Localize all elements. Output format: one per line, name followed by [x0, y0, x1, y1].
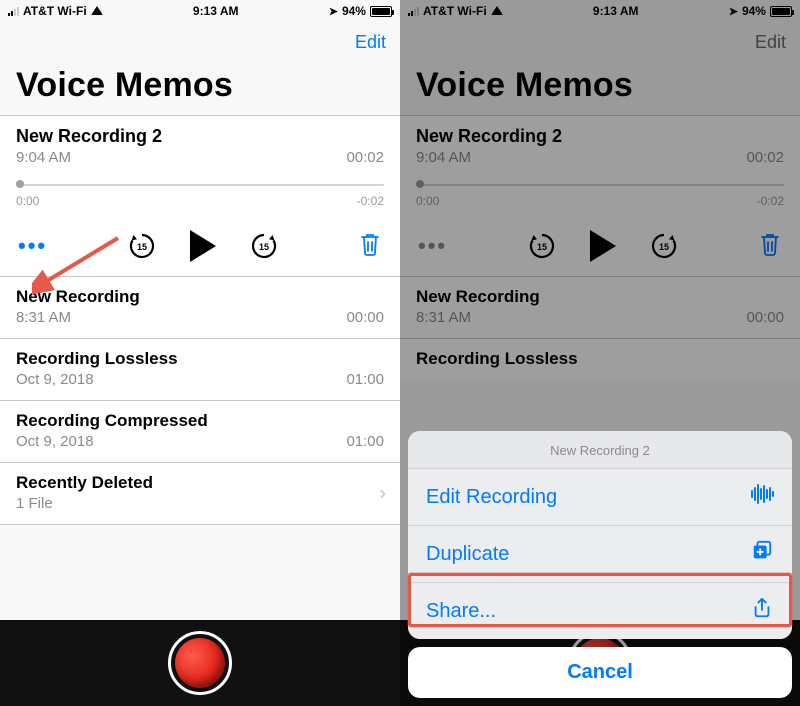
sheet-cancel-button[interactable]: Cancel — [408, 647, 792, 698]
svg-text:15: 15 — [659, 242, 669, 252]
selected-memo-duration: 00:02 — [746, 149, 784, 166]
battery-icon — [770, 6, 792, 17]
scrub-end: -0:02 — [757, 194, 784, 208]
signal-bars-icon — [8, 6, 19, 16]
battery-icon — [370, 6, 392, 17]
location-icon: ➤ — [729, 5, 738, 18]
memo-list: New Recording 8:31 AM00:00 Recording Los… — [0, 277, 400, 525]
skip-back-15-button[interactable]: 15 — [128, 232, 156, 260]
scrub-start: 0:00 — [16, 194, 39, 208]
battery-percent: 94% — [342, 4, 366, 18]
selected-memo[interactable]: New Recording 2 9:04 AM 00:02 0:00 -0:02… — [0, 116, 400, 277]
selected-memo[interactable]: New Recording 2 9:04 AM 00:02 0:00 -0:02… — [400, 116, 800, 277]
nav-bar: Edit — [400, 20, 800, 64]
page-title: Voice Memos — [0, 64, 400, 115]
sheet-edit-recording[interactable]: Edit Recording — [408, 468, 792, 525]
list-item[interactable]: Recording Lossless — [400, 339, 800, 381]
record-bar — [0, 620, 400, 706]
svg-text:15: 15 — [259, 242, 269, 252]
svg-text:15: 15 — [537, 242, 547, 252]
sheet-title: New Recording 2 — [408, 431, 792, 468]
delete-button[interactable] — [758, 231, 782, 262]
signal-bars-icon — [408, 6, 419, 16]
selected-memo-title: New Recording 2 — [16, 126, 384, 147]
chevron-right-icon: › — [379, 482, 386, 505]
location-icon: ➤ — [329, 5, 338, 18]
scrub-end: -0:02 — [357, 194, 384, 208]
selected-memo-time: 9:04 AM — [416, 149, 471, 166]
svg-text:15: 15 — [137, 242, 147, 252]
carrier-label: AT&T Wi-Fi — [23, 4, 87, 18]
selected-memo-duration: 00:02 — [346, 149, 384, 166]
wifi-icon — [491, 6, 503, 15]
skip-forward-15-button[interactable]: 15 — [250, 232, 278, 260]
sheet-share[interactable]: Share... — [408, 582, 792, 639]
recently-deleted[interactable]: Recently Deleted 1 File › — [0, 463, 400, 525]
list-item[interactable]: New Recording 8:31 AM00:00 — [400, 277, 800, 339]
sheet-duplicate[interactable]: Duplicate — [408, 525, 792, 582]
selected-memo-time: 9:04 AM — [16, 149, 71, 166]
share-icon — [750, 597, 774, 625]
more-options-button[interactable]: ••• — [418, 233, 447, 259]
edit-button[interactable]: Edit — [755, 32, 786, 53]
list-item[interactable]: New Recording 8:31 AM00:00 — [0, 277, 400, 339]
status-bar: AT&T Wi-Fi 9:13 AM ➤ 94% — [400, 0, 800, 20]
status-bar: AT&T Wi-Fi 9:13 AM ➤ 94% — [0, 0, 400, 20]
battery-percent: 94% — [742, 4, 766, 18]
waveform-icon — [750, 483, 774, 511]
duplicate-icon — [750, 540, 774, 568]
scrub-start: 0:00 — [416, 194, 439, 208]
play-button[interactable] — [190, 230, 216, 262]
screenshot-left: AT&T Wi-Fi 9:13 AM ➤ 94% Edit Voice Memo… — [0, 0, 400, 706]
scrubber[interactable] — [416, 180, 784, 190]
list-item[interactable]: Recording Compressed Oct 9, 201801:00 — [0, 401, 400, 463]
delete-button[interactable] — [358, 231, 382, 262]
edit-button[interactable]: Edit — [355, 32, 386, 53]
skip-back-15-button[interactable]: 15 — [528, 232, 556, 260]
screenshot-right: AT&T Wi-Fi 9:13 AM ➤ 94% Edit Voice Memo… — [400, 0, 800, 706]
record-button[interactable] — [168, 631, 232, 695]
skip-forward-15-button[interactable]: 15 — [650, 232, 678, 260]
play-button[interactable] — [590, 230, 616, 262]
clock-label: 9:13 AM — [193, 4, 239, 18]
nav-bar: Edit — [0, 20, 400, 64]
more-options-button[interactable]: ••• — [18, 233, 47, 259]
selected-memo-title: New Recording 2 — [416, 126, 784, 147]
clock-label: 9:13 AM — [593, 4, 639, 18]
wifi-icon — [91, 6, 103, 15]
list-item[interactable]: Recording Lossless Oct 9, 201801:00 — [0, 339, 400, 401]
carrier-label: AT&T Wi-Fi — [423, 4, 487, 18]
action-sheet: New Recording 2 Edit Recording Duplicate… — [408, 431, 792, 698]
page-title: Voice Memos — [400, 64, 800, 115]
scrubber[interactable] — [16, 180, 384, 190]
memo-list: New Recording 8:31 AM00:00 Recording Los… — [400, 277, 800, 381]
